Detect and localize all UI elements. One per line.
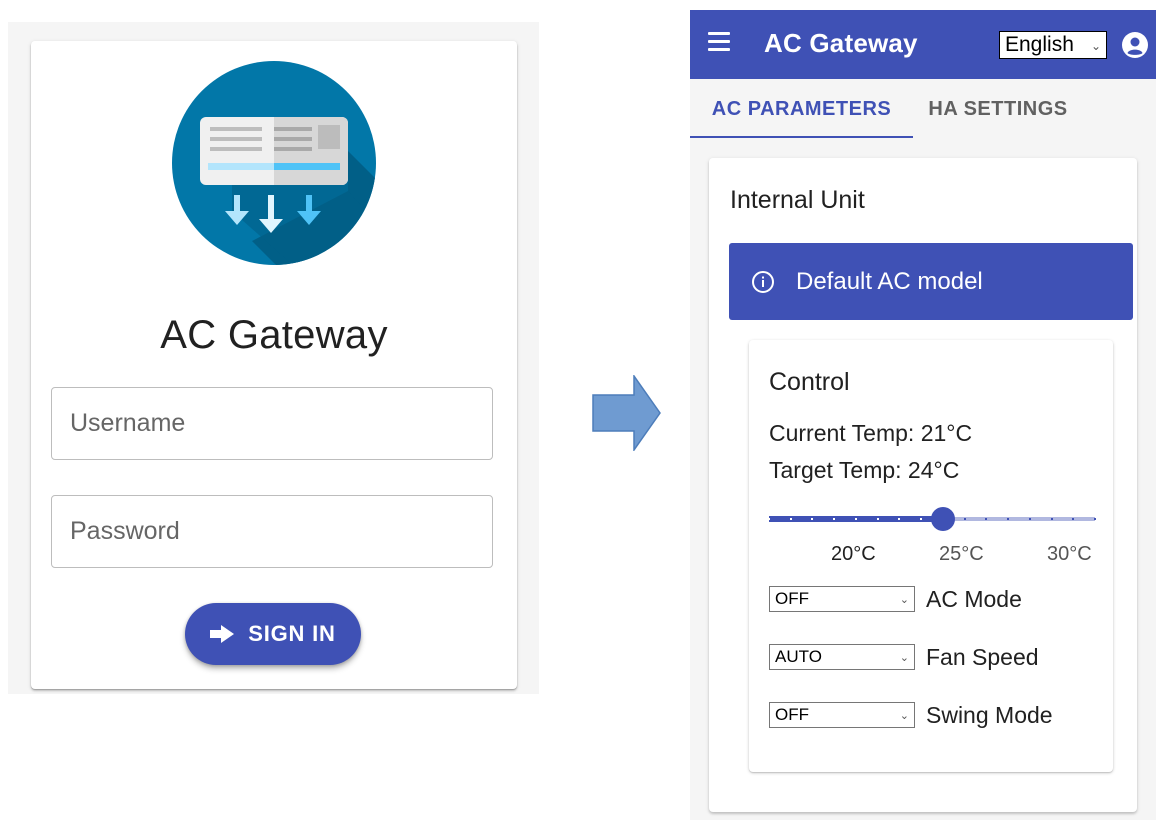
arrow-right-icon (210, 625, 235, 643)
slider-step-mark (833, 518, 836, 520)
ac-model-banner: Default AC model (729, 243, 1133, 320)
login-card: AC Gateway SIGN IN (31, 41, 517, 689)
slider-step-mark (811, 518, 814, 520)
app-bar: AC Gateway English ⌄ (690, 10, 1156, 79)
language-select[interactable]: English ⌄ (999, 31, 1107, 59)
sign-in-label: SIGN IN (248, 621, 336, 646)
language-value: English (1005, 33, 1074, 56)
swing-mode-label: Swing Mode (926, 701, 1053, 728)
fan-speed-select[interactable]: AUTO ⌄ (769, 644, 915, 670)
internal-unit-card: Internal Unit Default AC model Control C… (709, 158, 1137, 812)
slider-step-mark (854, 518, 857, 520)
tab-bar: AC PARAMETERS HA SETTINGS (690, 79, 1156, 139)
slider-step-mark (789, 518, 792, 520)
slider-step-mark (876, 518, 879, 520)
tick-label-30: 30°C (1047, 543, 1092, 565)
ac-model-text: Default AC model (796, 267, 983, 295)
fan-speed-value: AUTO (775, 647, 822, 666)
slider-step-mark (768, 518, 770, 520)
password-field[interactable] (51, 495, 493, 568)
target-temp-slider[interactable] (768, 505, 1096, 533)
username-field[interactable] (51, 387, 493, 460)
internal-unit-title: Internal Unit (730, 186, 865, 214)
slider-step-mark (1094, 518, 1096, 520)
slider-step-mark (1028, 518, 1031, 520)
swing-mode-value: OFF (775, 705, 809, 724)
app-title: AC Gateway (764, 28, 918, 58)
password-input[interactable] (52, 496, 492, 567)
chevron-down-icon: ⌄ (1090, 39, 1101, 53)
slider-step-mark (1007, 518, 1010, 520)
login-title: AC Gateway (160, 313, 388, 357)
slider-thumb[interactable] (930, 507, 955, 531)
tick-label-25: 25°C (939, 543, 984, 565)
slider-step-mark (898, 518, 901, 520)
slider-step-mark (963, 518, 966, 520)
slider-step-mark (920, 518, 923, 520)
chevron-down-icon: ⌄ (899, 710, 909, 722)
slider-step-mark (1072, 518, 1075, 520)
active-tab-indicator (690, 136, 913, 138)
ac-mode-label: AC Mode (926, 585, 1022, 612)
swing-mode-row: OFF ⌄ Swing Mode (769, 700, 1053, 730)
username-input[interactable] (52, 388, 492, 459)
ac-mode-select[interactable]: OFF ⌄ (769, 586, 915, 612)
chevron-down-icon: ⌄ (899, 652, 909, 664)
menu-icon[interactable] (708, 32, 730, 56)
tick-label-20: 20°C (831, 543, 876, 565)
air-conditioner-logo-icon (172, 61, 376, 265)
chevron-down-icon: ⌄ (899, 594, 909, 606)
control-card: Control Current Temp: 21°C Target Temp: … (749, 340, 1113, 772)
account-icon[interactable] (1122, 32, 1148, 58)
sign-in-button[interactable]: SIGN IN (185, 603, 361, 665)
slider-step-mark (985, 518, 988, 520)
fan-speed-label: Fan Speed (926, 643, 1039, 670)
app-screen: AC Gateway English ⌄ AC PARAMETERS HA SE… (690, 10, 1156, 820)
target-temp: Target Temp: 24°C (769, 457, 960, 483)
tab-ac-parameters[interactable]: AC PARAMETERS (690, 79, 913, 139)
ac-mode-value: OFF (775, 589, 809, 608)
control-title: Control (769, 368, 850, 396)
fan-speed-row: AUTO ⌄ Fan Speed (769, 642, 1039, 672)
slider-step-mark (1050, 518, 1053, 520)
tab-ha-settings[interactable]: HA SETTINGS (913, 79, 1083, 139)
swing-mode-select[interactable]: OFF ⌄ (769, 702, 915, 728)
ac-mode-row: OFF ⌄ AC Mode (769, 584, 1022, 614)
transition-arrow-icon (592, 375, 661, 451)
current-temp: Current Temp: 21°C (769, 420, 973, 446)
info-icon (752, 270, 774, 293)
